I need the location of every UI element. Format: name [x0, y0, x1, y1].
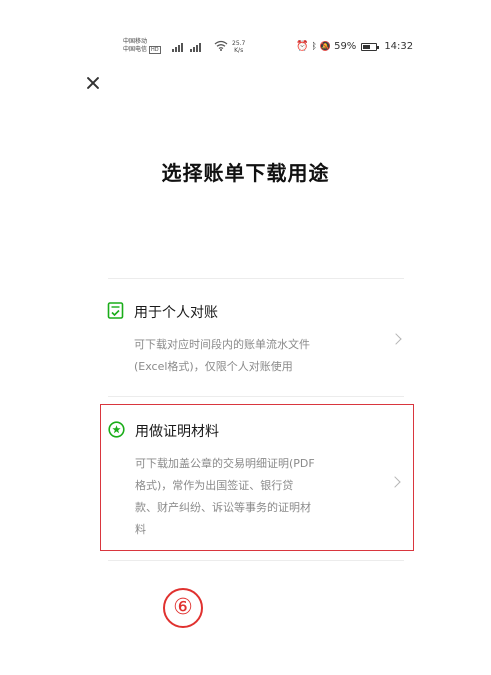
- description-line: 料: [135, 523, 146, 536]
- status-right: ⏰ ᛒ 🔕 59% 14:32: [296, 41, 413, 52]
- description-line: 可下载加盖公章的交易明细证明(PDF: [135, 457, 315, 470]
- clock-time: 14:32: [384, 41, 414, 52]
- network-speed-value: 25.7: [232, 40, 246, 47]
- option-proof-material[interactable]: 用做证明材料 可下载加盖公章的交易明细证明(PDF 格式)，常作为出国签证、银行…: [100, 404, 414, 551]
- signal-icon: [172, 42, 210, 54]
- carrier-badge: HD: [148, 46, 161, 54]
- network-speed: 25.7 K/s: [232, 40, 245, 54]
- option-title: 用做证明材料: [135, 424, 219, 440]
- chevron-right-icon: [390, 333, 402, 345]
- bluetooth-icon: ᛒ: [311, 41, 317, 52]
- star-badge-icon: [108, 421, 125, 438]
- option-personal-reconciliation[interactable]: 用于个人对账 可下载对应时间段内的账单流水文件 (Excel格式)，仅限个人对账…: [100, 290, 414, 390]
- document-check-icon: [107, 302, 124, 319]
- wifi-icon: [214, 40, 228, 54]
- option-description: 可下载对应时间段内的账单流水文件 (Excel格式)，仅限个人对账使用: [134, 334, 370, 378]
- close-icon[interactable]: [84, 74, 102, 92]
- mute-icon: 🔕: [319, 41, 332, 52]
- status-bar: 中国移动 中国电信 HD 25.7 K/s ⏰ ᛒ 🔕 59% 14:32: [0, 0, 491, 60]
- divider-middle: [108, 396, 404, 397]
- carrier-1: 中国移动: [123, 38, 148, 45]
- description-line: (Excel格式)，仅限个人对账使用: [134, 360, 293, 373]
- description-line: 格式)，常作为出国签证、银行贷: [135, 479, 294, 492]
- description-line: 可下载对应时间段内的账单流水文件: [134, 338, 310, 351]
- chevron-right-icon: [389, 476, 401, 488]
- divider-top: [108, 278, 404, 279]
- carrier-2: 中国电信: [123, 46, 148, 53]
- description-line: 款、财产纠纷、诉讼等事务的证明材: [135, 501, 311, 514]
- network-speed-unit: K/s: [234, 47, 244, 54]
- option-title: 用于个人对账: [134, 305, 218, 321]
- option-description: 可下载加盖公章的交易明细证明(PDF 格式)，常作为出国签证、银行贷 款、财产纠…: [135, 453, 371, 541]
- page-title: 选择账单下载用途: [161, 161, 330, 185]
- battery-icon: [361, 42, 380, 51]
- divider-bottom: [108, 560, 404, 561]
- carrier-info: 中国移动 中国电信 HD: [123, 38, 161, 54]
- alarm-icon: ⏰: [296, 41, 309, 52]
- battery-percent: 59%: [334, 41, 357, 52]
- step-number-marker: ⑥: [163, 588, 203, 628]
